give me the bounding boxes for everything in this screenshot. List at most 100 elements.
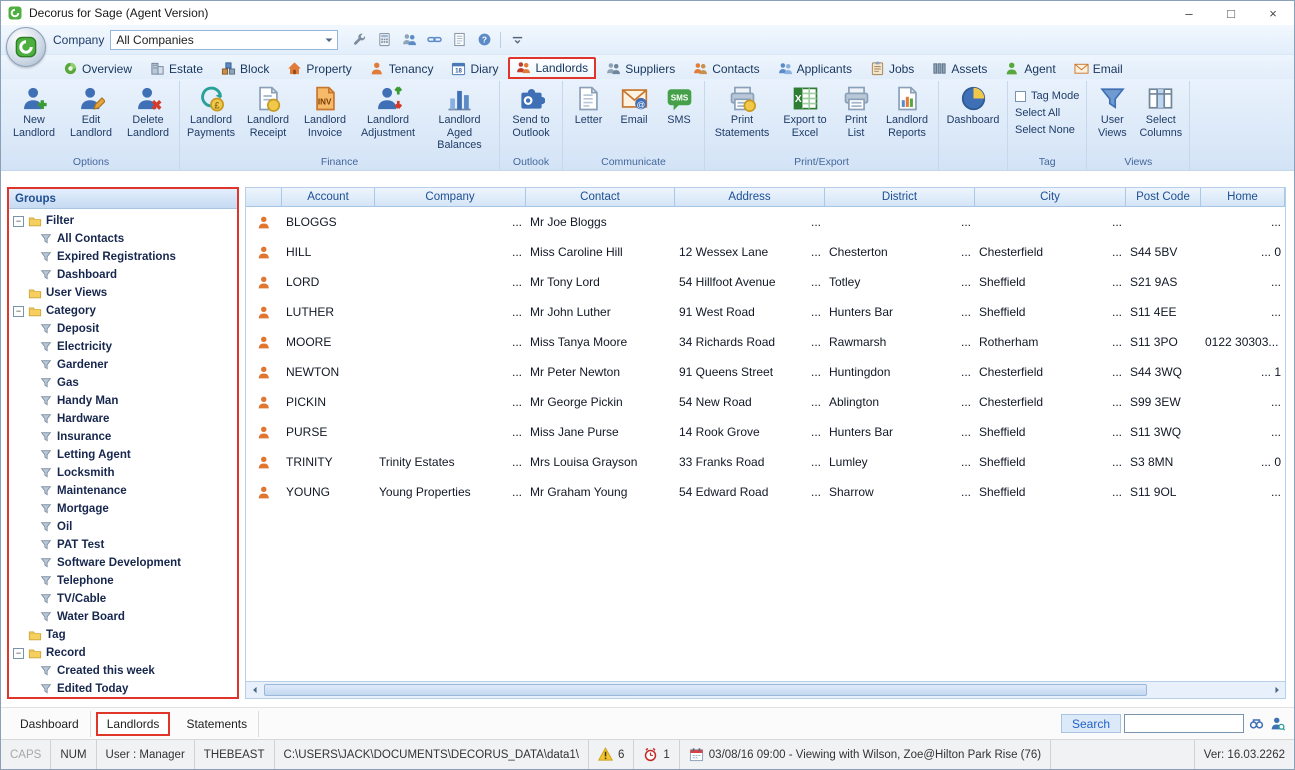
- search-input[interactable]: [1124, 714, 1244, 733]
- ribbon-tab-suppliers[interactable]: Suppliers: [598, 59, 683, 79]
- landlord-invoice-button[interactable]: INV Landlord Invoice: [297, 82, 353, 140]
- landlord-adjustment-button[interactable]: Landlord Adjustment: [354, 82, 422, 140]
- warnings-indicator[interactable]: 6: [589, 740, 635, 769]
- landlord-reports-button[interactable]: Landlord Reports: [879, 82, 935, 140]
- print-statements-button[interactable]: Print Statements: [708, 82, 776, 140]
- sms-button[interactable]: SMS SMS: [657, 82, 701, 128]
- alarms-indicator[interactable]: 1: [634, 740, 680, 769]
- diary-message[interactable]: 03/08/16 09:00 - Viewing with Wilson, Zo…: [680, 740, 1052, 769]
- tree-item-deposit[interactable]: Deposit: [9, 320, 237, 338]
- tree-item-oil[interactable]: Oil: [9, 518, 237, 536]
- tree-item-expired-registrations[interactable]: Expired Registrations: [9, 248, 237, 266]
- binoculars-icon[interactable]: [1247, 715, 1265, 733]
- tree-item-letting-agent[interactable]: Letting Agent: [9, 446, 237, 464]
- ribbon-tab-landlords[interactable]: Landlords: [508, 57, 597, 79]
- calculator-icon[interactable]: [375, 31, 393, 49]
- table-row-pickin[interactable]: PICKIN... Mr George Pickin 54 New Road... A…: [246, 387, 1285, 417]
- tree-item-gardener[interactable]: Gardener: [9, 356, 237, 374]
- tree-item-hardware[interactable]: Hardware: [9, 410, 237, 428]
- landlord-receipt-button[interactable]: Landlord Receipt: [240, 82, 296, 140]
- minimize-button[interactable]: –: [1168, 1, 1210, 25]
- notes-icon[interactable]: [450, 31, 468, 49]
- app-menu-button[interactable]: [6, 27, 46, 67]
- tree-folder-record[interactable]: − Record: [9, 644, 237, 662]
- tree-item-handy-man[interactable]: Handy Man: [9, 392, 237, 410]
- scroll-left-icon[interactable]: [246, 682, 263, 699]
- ribbon-tab-assets[interactable]: Assets: [924, 59, 995, 79]
- tree-item-dashboard[interactable]: Dashboard: [9, 266, 237, 284]
- ribbon-tab-applicants[interactable]: Applicants: [770, 59, 860, 79]
- ribbon-tab-tenancy[interactable]: Tenancy: [362, 59, 442, 79]
- export-to-excel-button[interactable]: X Export to Excel: [777, 82, 833, 140]
- ribbon-collapse-icon[interactable]: [508, 31, 526, 49]
- column-header-account[interactable]: Account: [282, 188, 375, 206]
- table-row-bloggs[interactable]: BLOGGS... Mr Joe Bloggs............: [246, 207, 1285, 237]
- tree-item-electricity[interactable]: Electricity: [9, 338, 237, 356]
- tree-item-water-board[interactable]: Water Board: [9, 608, 237, 626]
- scrollbar-track[interactable]: [263, 682, 1268, 698]
- table-row-lord[interactable]: LORD... Mr Tony Lord 54 Hillfoot Avenue...…: [246, 267, 1285, 297]
- table-row-trinity[interactable]: TRINITY Trinity Estates... Mrs Louisa Gray…: [246, 447, 1285, 477]
- ribbon-tab-jobs[interactable]: Jobs: [862, 59, 922, 79]
- maximize-button[interactable]: □: [1210, 1, 1252, 25]
- dropdown-arrow-icon[interactable]: [321, 32, 337, 48]
- bottom-tab-dashboard[interactable]: Dashboard: [9, 710, 91, 737]
- wrench-icon[interactable]: [350, 31, 368, 49]
- ribbon-tab-contacts[interactable]: Contacts: [685, 59, 767, 79]
- tree-item-telephone[interactable]: Telephone: [9, 572, 237, 590]
- company-select[interactable]: All Companies: [110, 29, 339, 50]
- delete-landlord-button[interactable]: Delete Landlord: [120, 82, 176, 140]
- collapse-toggle-icon[interactable]: −: [13, 305, 24, 317]
- collapse-toggle-icon[interactable]: −: [13, 215, 24, 227]
- table-row-young[interactable]: YOUNG Young Properties... Mr Graham Young 5…: [246, 477, 1285, 507]
- table-row-newton[interactable]: NEWTON... Mr Peter Newton 91 Queens Street…: [246, 357, 1285, 387]
- ribbon-tab-email[interactable]: Email: [1066, 59, 1131, 79]
- column-header-post-code[interactable]: Post Code: [1126, 188, 1201, 206]
- table-row-hill[interactable]: HILL... Miss Caroline Hill 12 Wessex Lane.…: [246, 237, 1285, 267]
- select-none-button[interactable]: Select None: [1015, 124, 1079, 136]
- checkbox[interactable]: [1015, 90, 1026, 102]
- table-row-purse[interactable]: PURSE... Miss Jane Purse 14 Rook Grove... H…: [246, 417, 1285, 447]
- email-button[interactable]: @ Email: [612, 82, 656, 128]
- select-columns-button[interactable]: Select Columns: [1135, 82, 1186, 140]
- tree-item-all-contacts[interactable]: All Contacts: [9, 230, 237, 248]
- user-views-button[interactable]: User Views: [1090, 82, 1134, 140]
- letter-button[interactable]: Letter: [566, 82, 611, 128]
- ribbon-tab-block[interactable]: Block: [213, 59, 277, 79]
- ribbon-tab-diary[interactable]: 18 Diary: [443, 59, 506, 79]
- tree-item-tv-cable[interactable]: TV/Cable: [9, 590, 237, 608]
- link-icon[interactable]: [425, 31, 443, 49]
- bottom-tab-statements[interactable]: Statements: [175, 710, 260, 737]
- column-header-city[interactable]: City: [975, 188, 1126, 206]
- tree-item-created-this-week[interactable]: Created this week: [9, 662, 237, 680]
- tree-item-maintenance[interactable]: Maintenance: [9, 482, 237, 500]
- tree-item-pat-test[interactable]: PAT Test: [9, 536, 237, 554]
- table-row-luther[interactable]: LUTHER... Mr John Luther 91 West Road... Hu…: [246, 297, 1285, 327]
- tree-item-insurance[interactable]: Insurance: [9, 428, 237, 446]
- column-header-address[interactable]: Address: [675, 188, 825, 206]
- select-all-button[interactable]: Select All: [1015, 107, 1079, 119]
- bottom-tab-landlords[interactable]: Landlords: [95, 711, 171, 736]
- horizontal-scrollbar[interactable]: [246, 681, 1285, 698]
- tree-item-software-development[interactable]: Software Development: [9, 554, 237, 572]
- tree-folder-category[interactable]: − Category: [9, 302, 237, 320]
- tree-item-locksmith[interactable]: Locksmith: [9, 464, 237, 482]
- print-list-button[interactable]: Print List: [834, 82, 878, 140]
- column-header-home[interactable]: Home: [1201, 188, 1285, 206]
- column-header-district[interactable]: District: [825, 188, 975, 206]
- send-to-outlook-button[interactable]: Send to Outlook: [503, 82, 559, 140]
- user-search-icon[interactable]: [1268, 715, 1286, 733]
- tree-item-gas[interactable]: Gas: [9, 374, 237, 392]
- tree-item-edited-today[interactable]: Edited Today: [9, 680, 237, 697]
- new-landlord-button[interactable]: New Landlord: [6, 82, 62, 140]
- scrollbar-thumb[interactable]: [264, 684, 1147, 696]
- help-icon[interactable]: ?: [475, 31, 493, 49]
- close-button[interactable]: ×: [1252, 1, 1294, 25]
- table-row-moore[interactable]: MOORE... Miss Tanya Moore 34 Richards Road…: [246, 327, 1285, 357]
- tree-folder-user-views[interactable]: User Views: [9, 284, 237, 302]
- dashboard-button[interactable]: Dashboard: [942, 82, 1004, 128]
- collapse-toggle-icon[interactable]: −: [13, 647, 24, 659]
- tree-folder-filter[interactable]: − Filter: [9, 212, 237, 230]
- ribbon-tab-overview[interactable]: Overview: [55, 59, 140, 79]
- edit-landlord-button[interactable]: Edit Landlord: [63, 82, 119, 140]
